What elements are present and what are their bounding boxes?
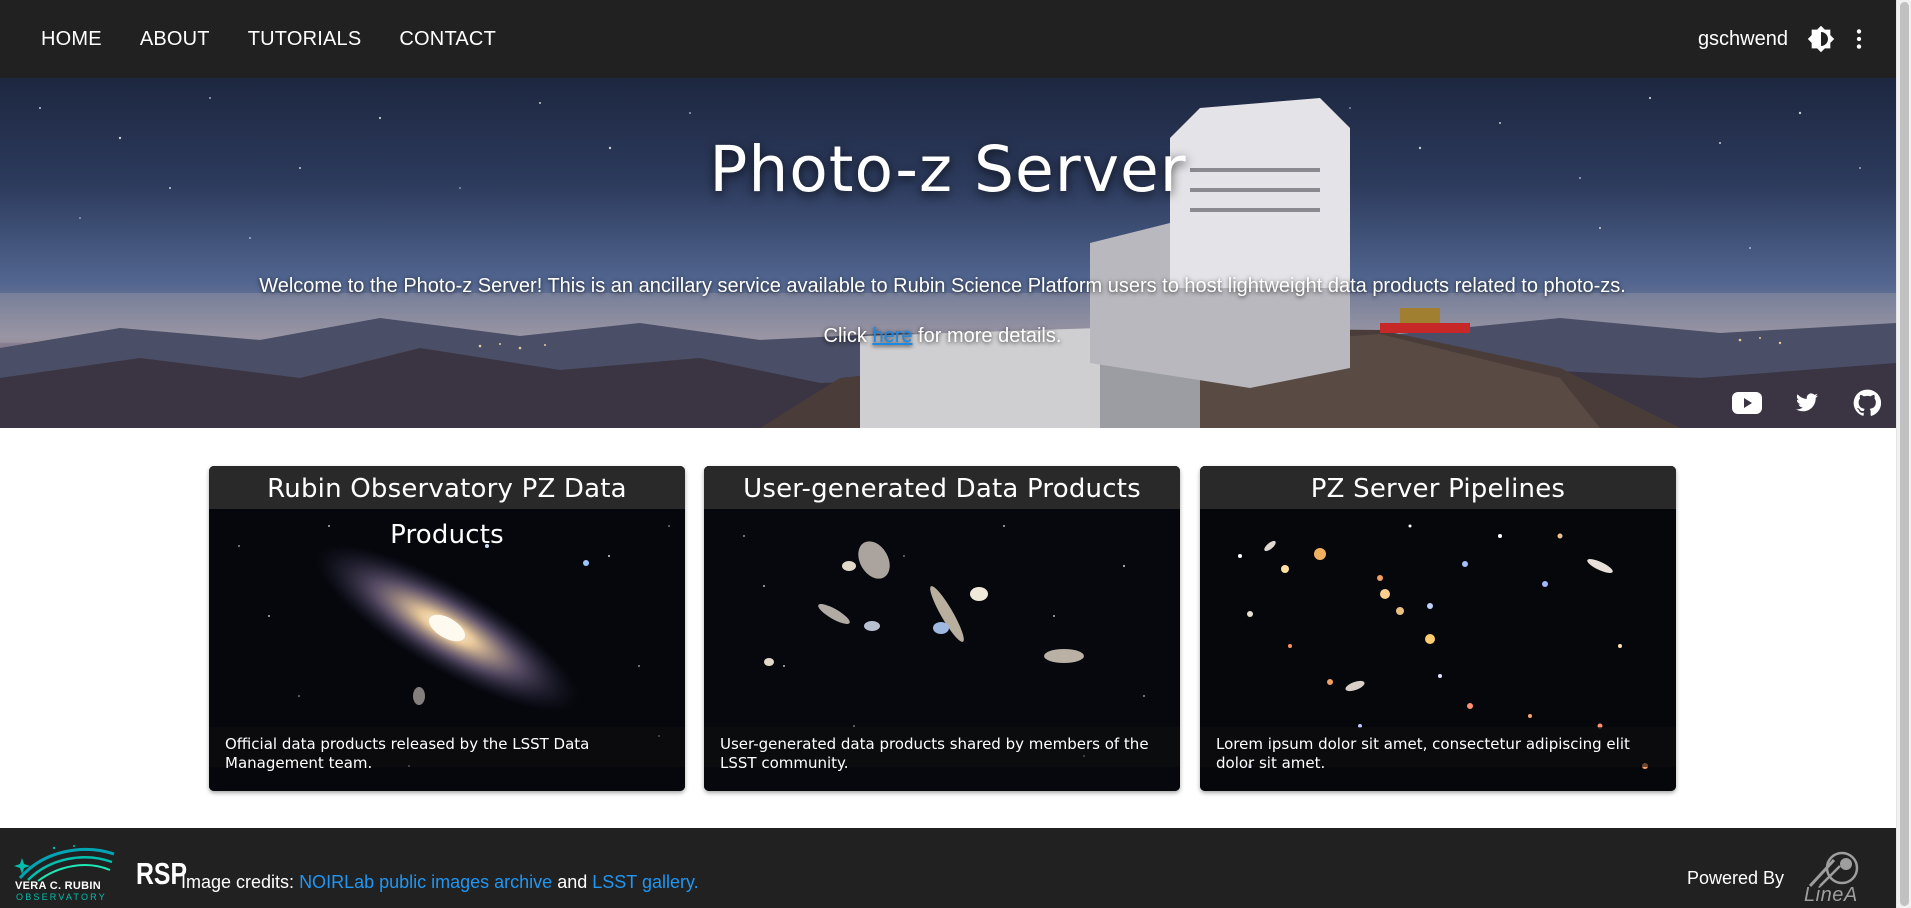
powered-by-text: Powered By [1686,868,1784,888]
nav-about[interactable]: ABOUT [121,28,229,51]
card-pz-pipelines[interactable]: PZ Server Pipelines Lorem ipsum dolor si… [1200,466,1676,791]
click-prefix: Click [823,325,867,347]
rubin-arc-icon [14,845,115,882]
rsp-logo[interactable]: RSP [136,856,187,892]
username-button[interactable]: gschwend [1698,28,1788,51]
card-user-data-products[interactable]: User-generated Data Products User-genera… [704,466,1180,791]
linea-mark-icon [1808,851,1859,888]
page-title: Photo-z Server [709,133,1187,206]
social-links [1728,384,1886,422]
card-rubin-data-products[interactable]: Rubin Observatory PZ Data Products Offic… [209,466,685,791]
card-description: User-generated data products shared by m… [704,727,1180,772]
card-title: User-generated Data Products [704,466,1180,509]
hero-banner: Photo-z Server Welcome to the Photo-z Se… [0,78,1896,428]
github-icon[interactable] [1848,384,1886,422]
card-title: Rubin Observatory PZ Data Products [209,466,685,550]
lsst-gallery-link[interactable]: LSST gallery. [592,872,698,892]
details-link[interactable]: here [872,325,912,347]
hero-welcome-text: Welcome to the Photo-z Server! This is a… [259,275,1626,297]
twitter-icon[interactable] [1788,384,1826,422]
card-description: Lorem ipsum dolor sit amet, consectetur … [1200,727,1676,772]
user-area: gschwend [1698,20,1878,58]
nav-home[interactable]: HOME [22,28,121,51]
credits-prefix: Image credits: [181,872,295,892]
linea-logo[interactable]: LineA [1800,848,1872,906]
main-nav: HOME ABOUT TUTORIALS CONTACT [22,0,515,78]
rubin-observatory-logo[interactable]: VERA C. RUBIN OBSERVATORY [14,840,118,902]
brightness-icon[interactable] [1802,20,1840,58]
noirlab-link[interactable]: NOIRLab public images archive [299,872,552,892]
youtube-icon[interactable] [1728,384,1766,422]
linea-logo-text: LineA [1804,884,1858,906]
more-vert-icon[interactable] [1840,20,1878,58]
card-description: Official data products released by the L… [209,727,685,772]
page-scrollbar[interactable] [1896,0,1911,908]
footer: VERA C. RUBIN OBSERVATORY RSP Image cred… [0,828,1896,908]
click-suffix: for more details. [918,325,1062,347]
image-credits: Image credits: NOIRLab public images arc… [181,872,699,893]
rubin-logo-text: VERA C. RUBIN [15,880,101,892]
credits-and: and [557,872,588,892]
card-title: PZ Server Pipelines [1200,466,1676,509]
nav-contact[interactable]: CONTACT [380,28,515,51]
nav-tutorials[interactable]: TUTORIALS [229,28,381,51]
hero-background-image [0,96,1896,428]
top-app-bar: HOME ABOUT TUTORIALS CONTACT gschwend [0,0,1896,78]
hero-details-line: Click here for more details. [0,325,1885,348]
rubin-logo-subtext: OBSERVATORY [16,892,107,902]
page: HOME ABOUT TUTORIALS CONTACT gschwend Ph… [0,0,1911,908]
scrollbar-thumb[interactable] [1900,2,1909,906]
